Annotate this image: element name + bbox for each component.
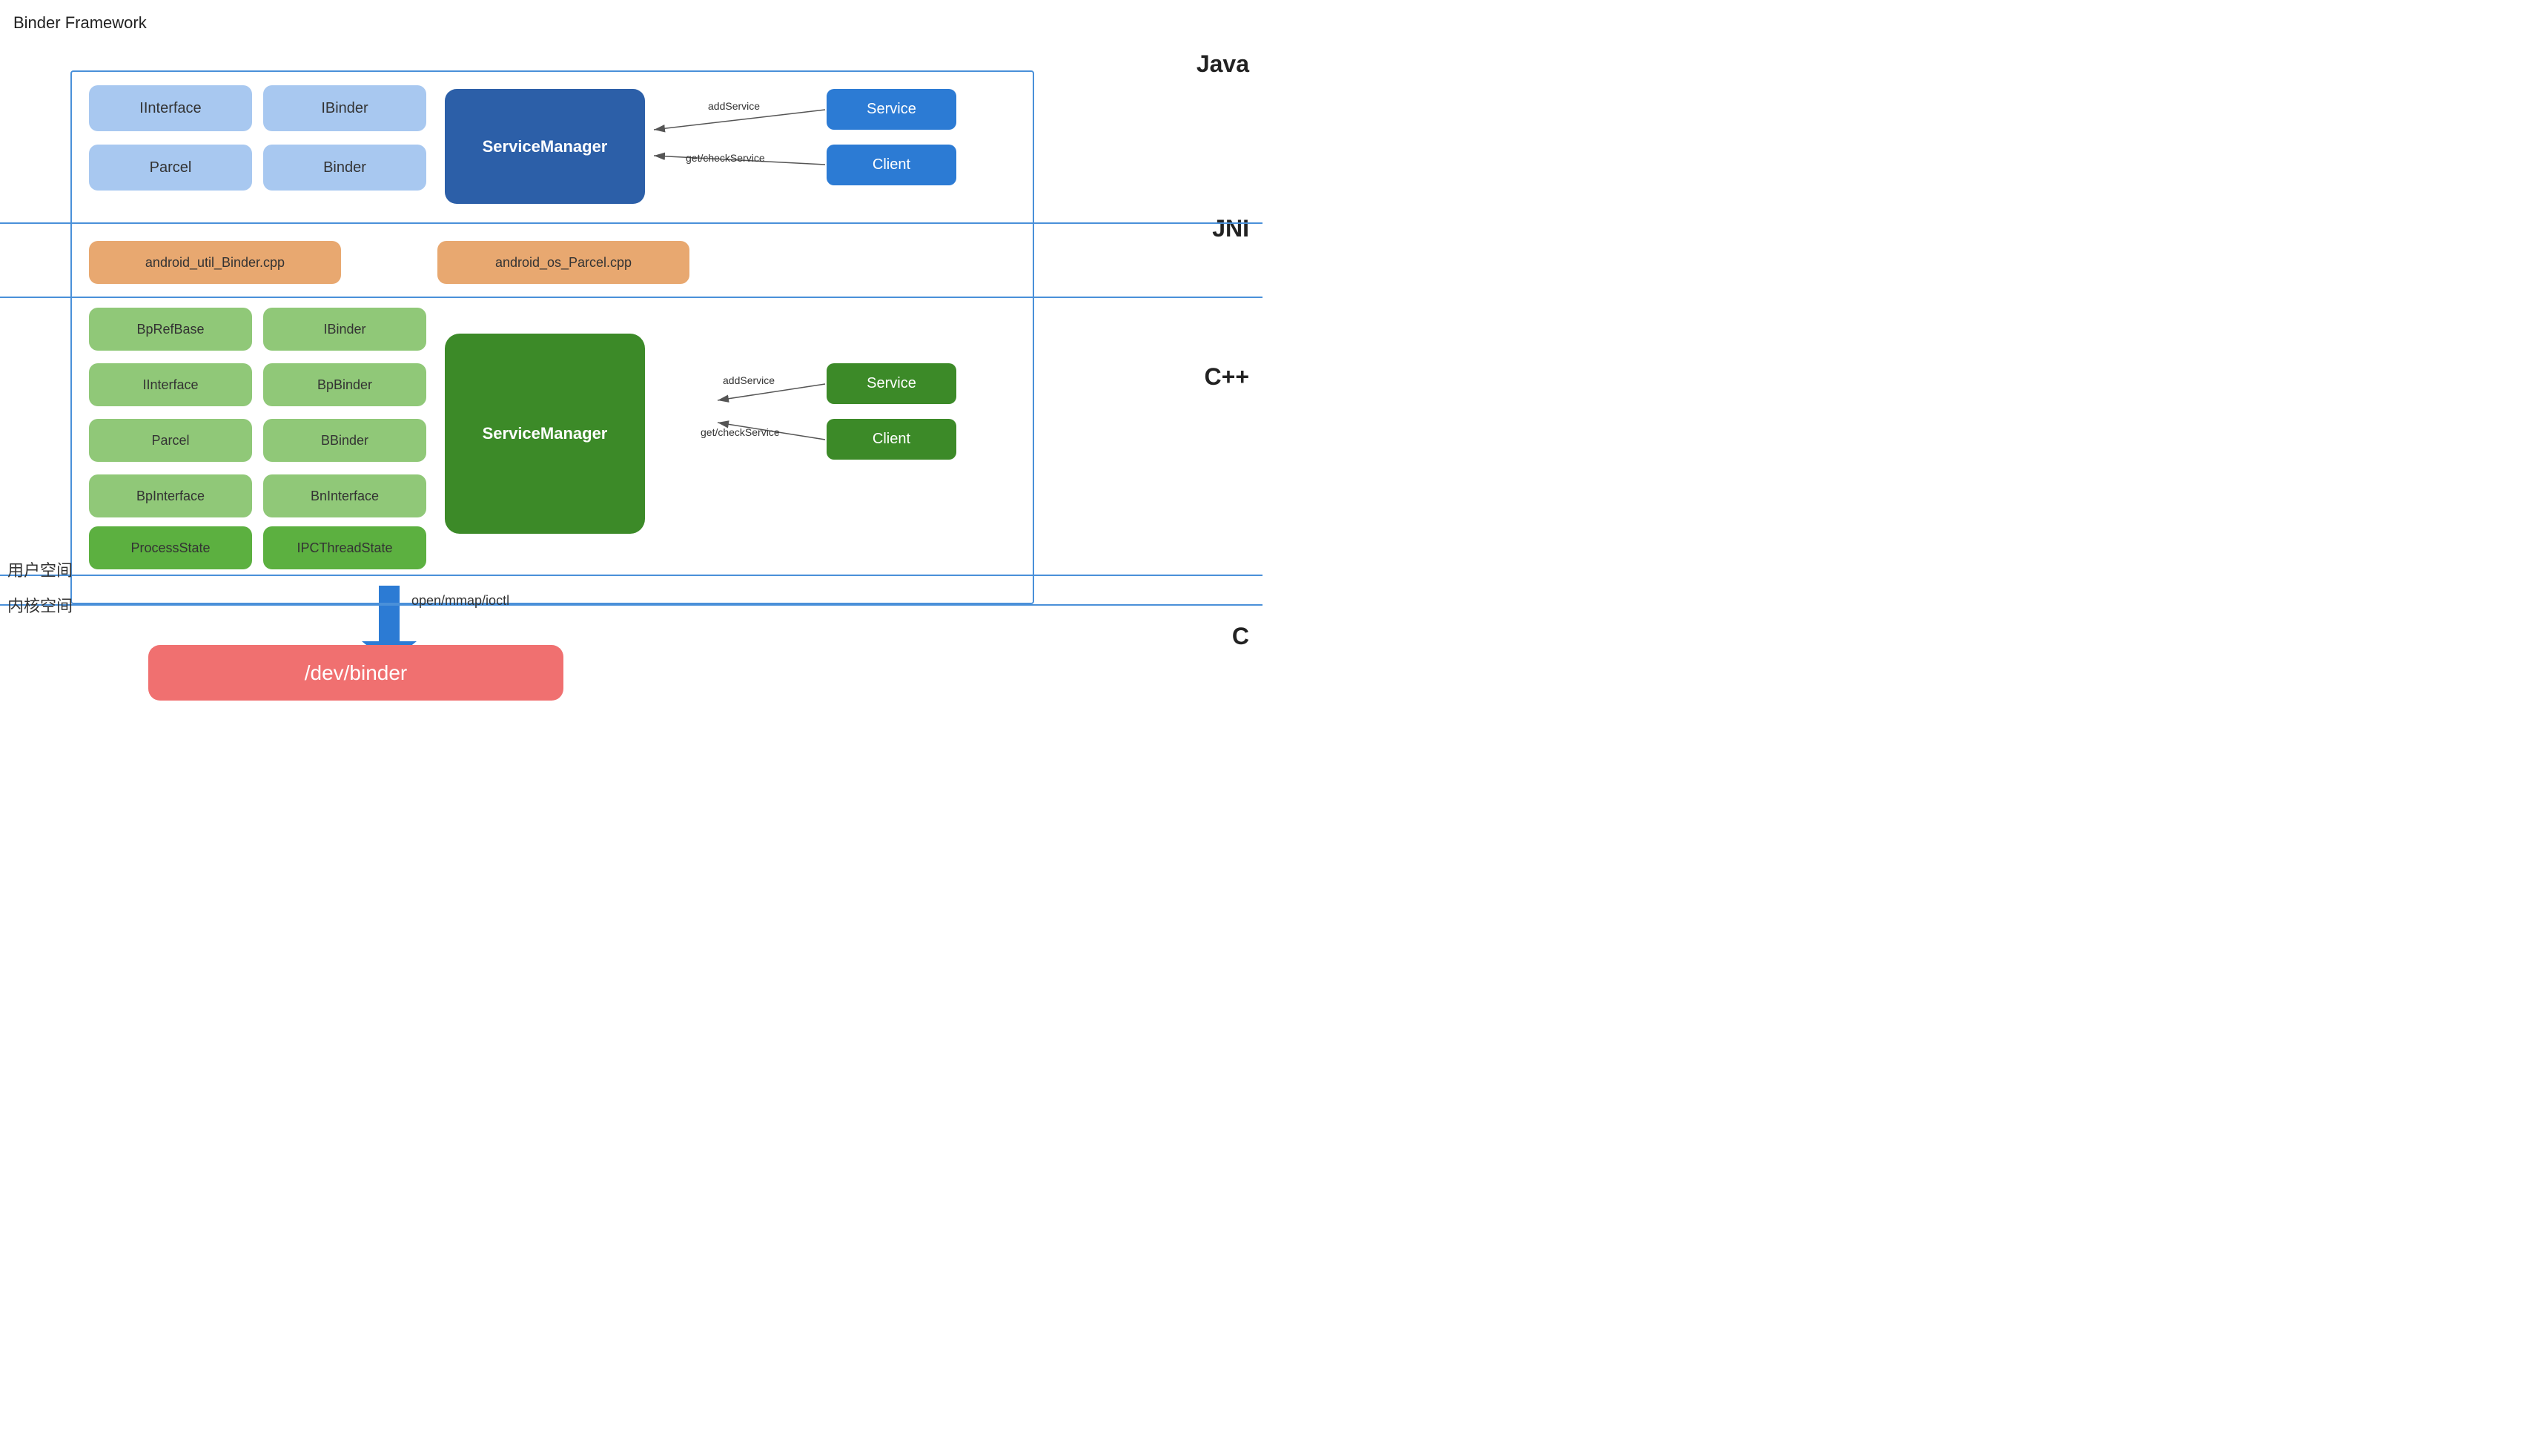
cpp-servicemanager-label: ServiceManager bbox=[483, 424, 608, 443]
jni-android-util-binder-box: android_util_Binder.cpp bbox=[89, 241, 341, 284]
cpp-bprefbase-label: BpRefBase bbox=[136, 322, 204, 337]
cpp-client-box: Client bbox=[827, 419, 956, 460]
cpp-bpinterface-box: BpInterface bbox=[89, 474, 252, 517]
java-client-label: Client bbox=[873, 156, 910, 173]
java-parcel-label: Parcel bbox=[150, 159, 192, 176]
cpp-bpinterface-label: BpInterface bbox=[136, 489, 205, 504]
java-iinterface-label: IInterface bbox=[139, 100, 201, 117]
java-ibinder-label: IBinder bbox=[321, 100, 368, 117]
java-addservice-label: addService bbox=[708, 100, 760, 112]
java-iinterface-box: IInterface bbox=[89, 85, 252, 131]
cpp-bbinder-box: BBinder bbox=[263, 419, 426, 462]
cpp-addservice-label: addService bbox=[723, 374, 775, 386]
layer-label-cpp: C++ bbox=[1205, 363, 1249, 391]
cpp-bninterface-label: BnInterface bbox=[311, 489, 379, 504]
java-getcheckservice-label: get/checkService bbox=[686, 152, 765, 164]
java-parcel-box: Parcel bbox=[89, 145, 252, 191]
cpp-ibinder-label: IBinder bbox=[323, 322, 365, 337]
java-ibinder-box: IBinder bbox=[263, 85, 426, 131]
layer-label-jni: JNI bbox=[1212, 215, 1249, 242]
java-service-box: Service bbox=[827, 89, 956, 130]
jni-android-util-binder-label: android_util_Binder.cpp bbox=[145, 255, 285, 271]
dev-binder-label: /dev/binder bbox=[305, 661, 408, 685]
page-title: Binder Framework bbox=[13, 13, 147, 33]
java-client-box: Client bbox=[827, 145, 956, 185]
java-service-label: Service bbox=[867, 101, 916, 118]
cpp-service-box: Service bbox=[827, 363, 956, 404]
java-servicemanager-box: ServiceManager bbox=[445, 89, 645, 204]
cpp-client-label: Client bbox=[873, 431, 910, 448]
cpp-bbinder-label: BBinder bbox=[321, 433, 368, 449]
divider-userspace-kernel bbox=[0, 604, 1262, 606]
cpp-parcel-box: Parcel bbox=[89, 419, 252, 462]
ioctl-label: open/mmap/ioctl bbox=[411, 593, 509, 609]
java-binder-label: Binder bbox=[323, 159, 366, 176]
layer-label-c: C bbox=[1232, 623, 1249, 650]
userspace-label: 用户空间 bbox=[7, 557, 73, 581]
dev-binder-box: /dev/binder bbox=[148, 645, 563, 701]
cpp-iinterface-label: IInterface bbox=[142, 377, 198, 393]
cpp-ipcthreadstate-box: IPCThreadState bbox=[263, 526, 426, 569]
cpp-iinterface-box: IInterface bbox=[89, 363, 252, 406]
cpp-getcheckservice-label: get/checkService bbox=[701, 426, 780, 438]
kernelspace-label: 内核空间 bbox=[7, 593, 73, 617]
java-servicemanager-label: ServiceManager bbox=[483, 137, 608, 156]
cpp-bpbinder-box: BpBinder bbox=[263, 363, 426, 406]
cpp-service-label: Service bbox=[867, 375, 916, 392]
cpp-processstate-label: ProcessState bbox=[130, 540, 210, 556]
cpp-ibinder-box: IBinder bbox=[263, 308, 426, 351]
jni-android-os-parcel-label: android_os_Parcel.cpp bbox=[495, 255, 632, 271]
cpp-bprefbase-box: BpRefBase bbox=[89, 308, 252, 351]
cpp-parcel-label: Parcel bbox=[151, 433, 189, 449]
jni-android-os-parcel-box: android_os_Parcel.cpp bbox=[437, 241, 689, 284]
layer-label-java: Java bbox=[1197, 50, 1249, 78]
cpp-bpbinder-label: BpBinder bbox=[317, 377, 372, 393]
cpp-processstate-box: ProcessState bbox=[89, 526, 252, 569]
cpp-bninterface-box: BnInterface bbox=[263, 474, 426, 517]
cpp-ipcthreadstate-label: IPCThreadState bbox=[297, 540, 392, 556]
java-binder-box: Binder bbox=[263, 145, 426, 191]
cpp-servicemanager-box: ServiceManager bbox=[445, 334, 645, 534]
